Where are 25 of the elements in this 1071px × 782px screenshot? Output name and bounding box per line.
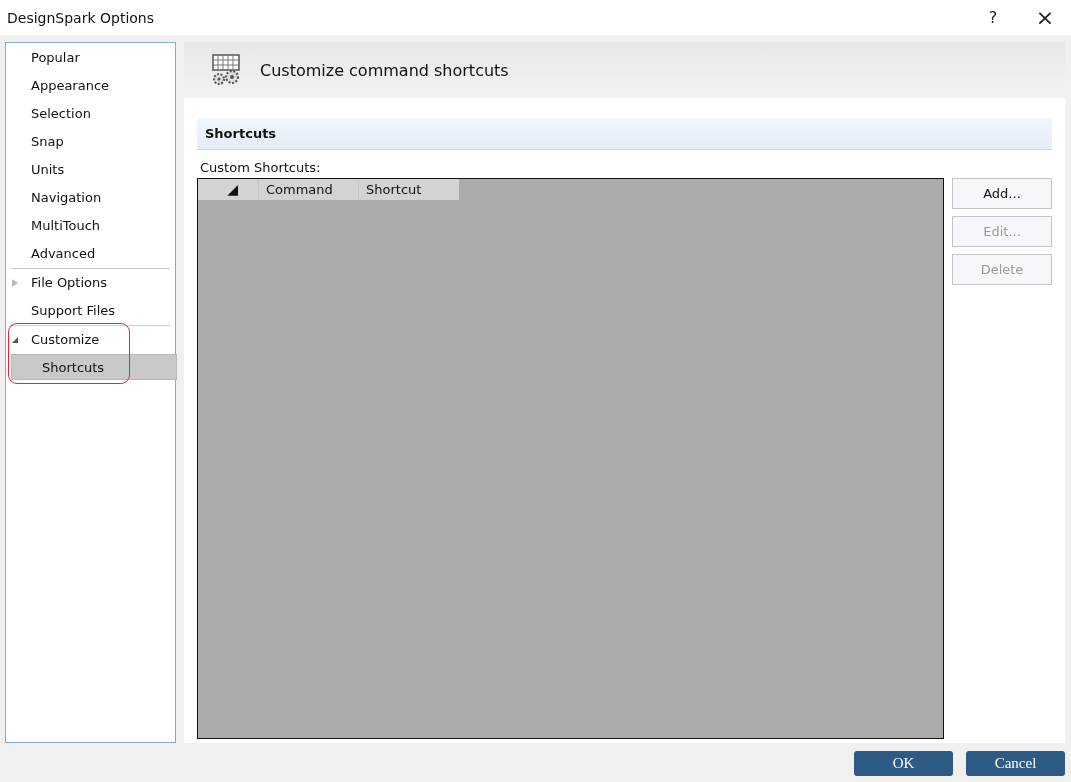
dialog-button[interactable]: OK: [854, 751, 953, 776]
section-header: Shortcuts: [197, 118, 1052, 150]
sidebar-item[interactable]: Popular: [11, 44, 170, 72]
sidebar-item[interactable]: Support Files: [11, 297, 170, 325]
dialog-button[interactable]: Cancel: [966, 751, 1065, 776]
column-header[interactable]: Command: [258, 179, 358, 200]
column-header[interactable]: Shortcut: [358, 179, 458, 200]
help-button[interactable]: ?: [967, 1, 1019, 34]
sort-marker[interactable]: ◢: [198, 179, 258, 200]
sidebar-item[interactable]: Units: [11, 156, 170, 184]
sidebar-item[interactable]: File Options: [11, 269, 170, 297]
action-button[interactable]: Add...: [952, 178, 1052, 209]
sidebar-item[interactable]: Snap: [11, 128, 170, 156]
sidebar-item[interactable]: Customize: [11, 326, 170, 354]
sidebar-item[interactable]: Advanced: [11, 240, 170, 268]
sidebar-subitem[interactable]: Shortcuts: [11, 354, 177, 380]
close-button[interactable]: ×: [1019, 1, 1071, 34]
keyboard-gears-icon: [210, 54, 242, 86]
sidebar-item[interactable]: Selection: [11, 100, 170, 128]
list-label: Custom Shortcuts:: [200, 160, 321, 175]
window-title: DesignSpark Options: [7, 9, 155, 26]
page-title: Customize command shortcuts: [260, 60, 509, 80]
sidebar-item[interactable]: Appearance: [11, 72, 170, 100]
sidebar-item[interactable]: Navigation: [11, 184, 170, 212]
sidebar-item[interactable]: MultiTouch: [11, 212, 170, 240]
